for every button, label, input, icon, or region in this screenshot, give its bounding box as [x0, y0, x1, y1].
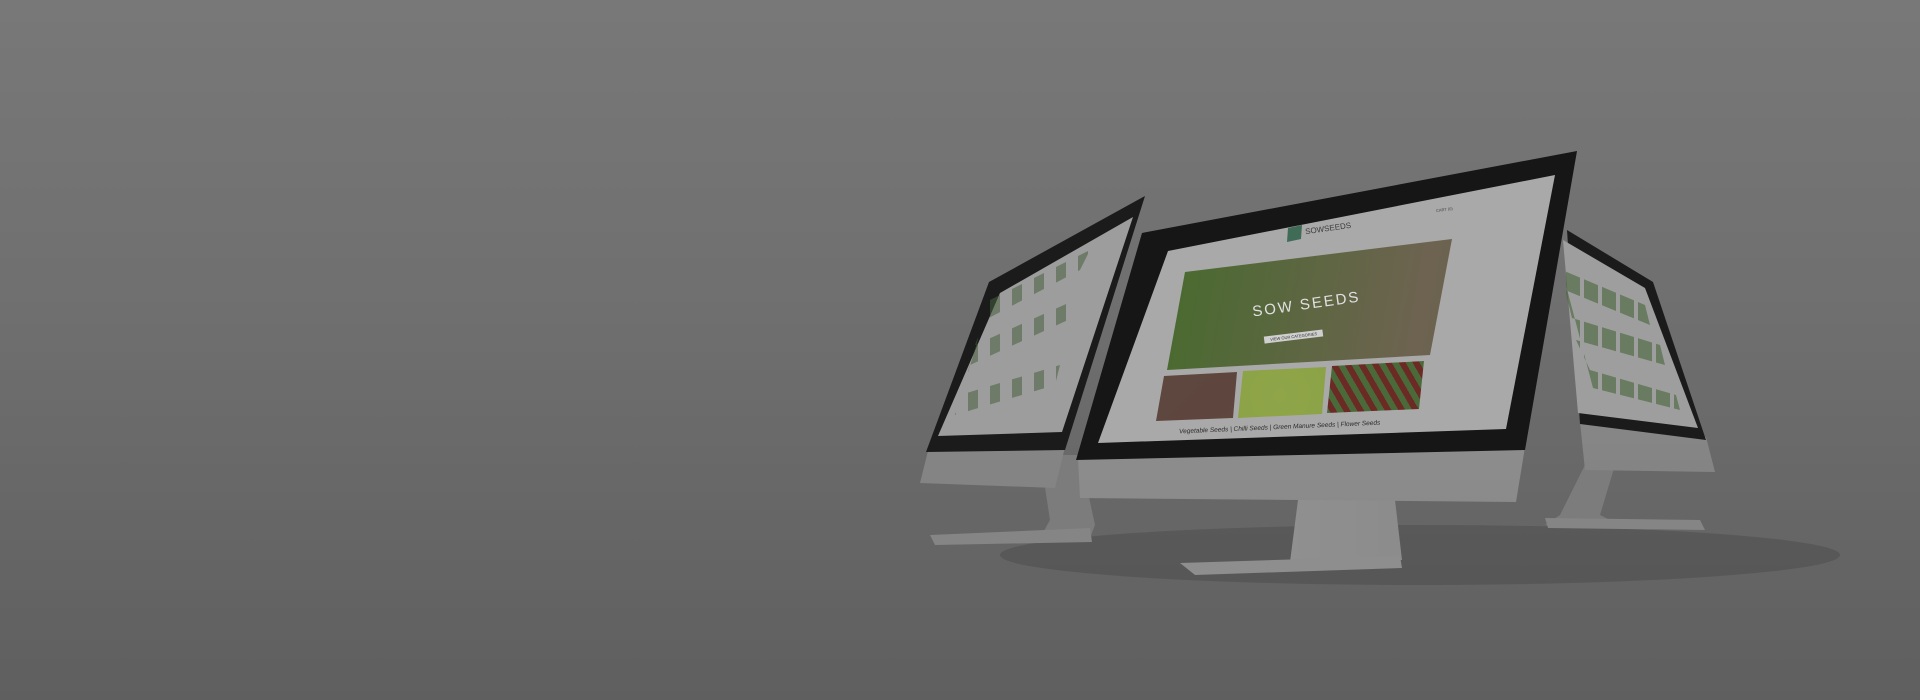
right-product-grid	[1562, 270, 1680, 410]
